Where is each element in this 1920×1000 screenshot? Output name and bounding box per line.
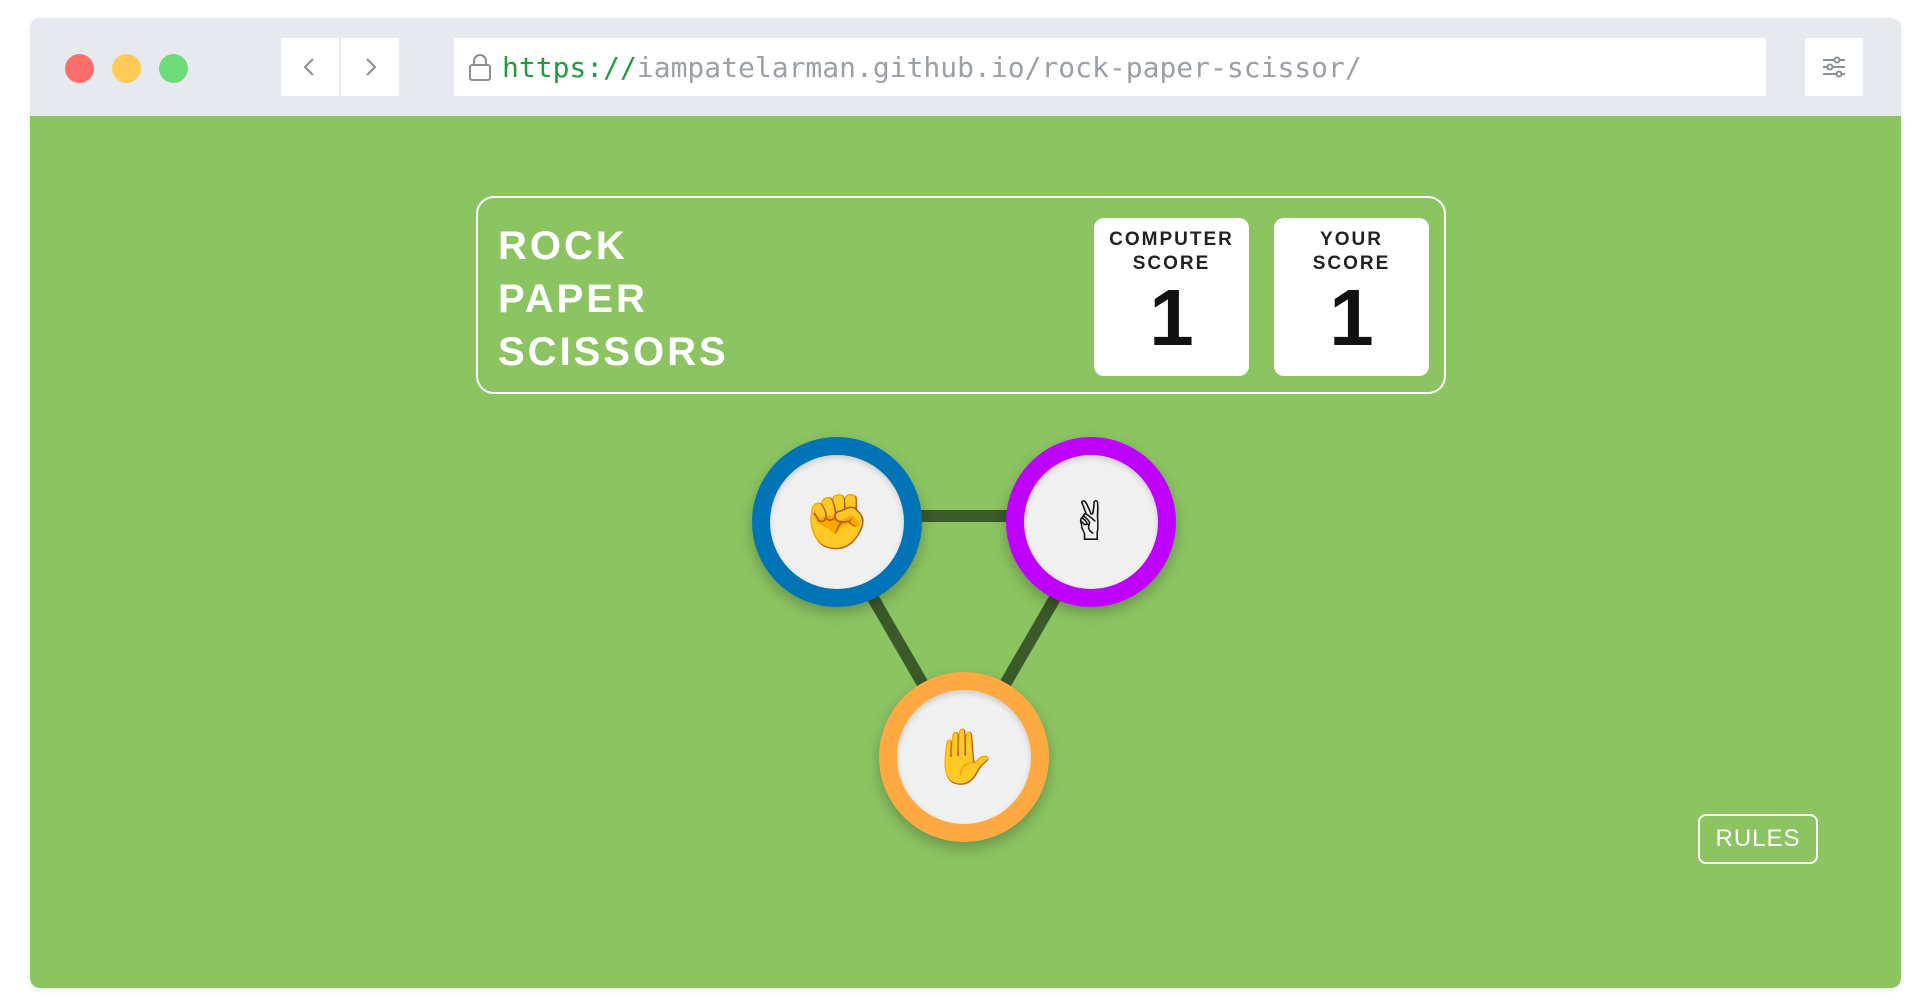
browser-menu-button[interactable] bbox=[1805, 38, 1863, 96]
scissors-choice-button[interactable]: ✌ bbox=[1006, 437, 1176, 607]
chevron-left-icon bbox=[303, 58, 314, 76]
back-button[interactable] bbox=[281, 38, 339, 96]
choice-connector-lines bbox=[831, 510, 1097, 759]
close-window-button[interactable] bbox=[65, 54, 94, 83]
paper-hand-icon: ✋ bbox=[930, 725, 998, 788]
rules-button[interactable]: RULES bbox=[1698, 814, 1818, 864]
url-text: https://iampatelarman.github.io/rock-pap… bbox=[502, 51, 1362, 84]
forward-button[interactable] bbox=[341, 38, 399, 96]
minimize-window-button[interactable] bbox=[112, 54, 141, 83]
url-path: iampatelarman.github.io/rock-paper-sciss… bbox=[636, 50, 1362, 84]
browser-window: https://iampatelarman.github.io/rock-pap… bbox=[30, 18, 1901, 988]
rock-choice-button[interactable]: ✊ bbox=[752, 437, 922, 607]
lock-icon bbox=[469, 54, 491, 81]
choice-board: ✊ ✌ ✋ bbox=[30, 116, 1901, 988]
browser-toolbar: https://iampatelarman.github.io/rock-pap… bbox=[30, 18, 1901, 116]
rock-fist-icon: ✊ bbox=[803, 490, 871, 553]
paper-choice-button[interactable]: ✋ bbox=[879, 672, 1049, 842]
chevron-right-icon bbox=[366, 58, 377, 76]
url-protocol: https:// bbox=[502, 50, 637, 84]
maximize-window-button[interactable] bbox=[159, 54, 188, 83]
address-bar[interactable]: https://iampatelarman.github.io/rock-pap… bbox=[454, 38, 1766, 96]
game-page: ROCK PAPER SCISSORS COMPUTER SCORE 1 YOU… bbox=[30, 116, 1901, 988]
sliders-icon bbox=[1823, 56, 1845, 78]
scissors-hand-icon: ✌ bbox=[1068, 490, 1114, 553]
